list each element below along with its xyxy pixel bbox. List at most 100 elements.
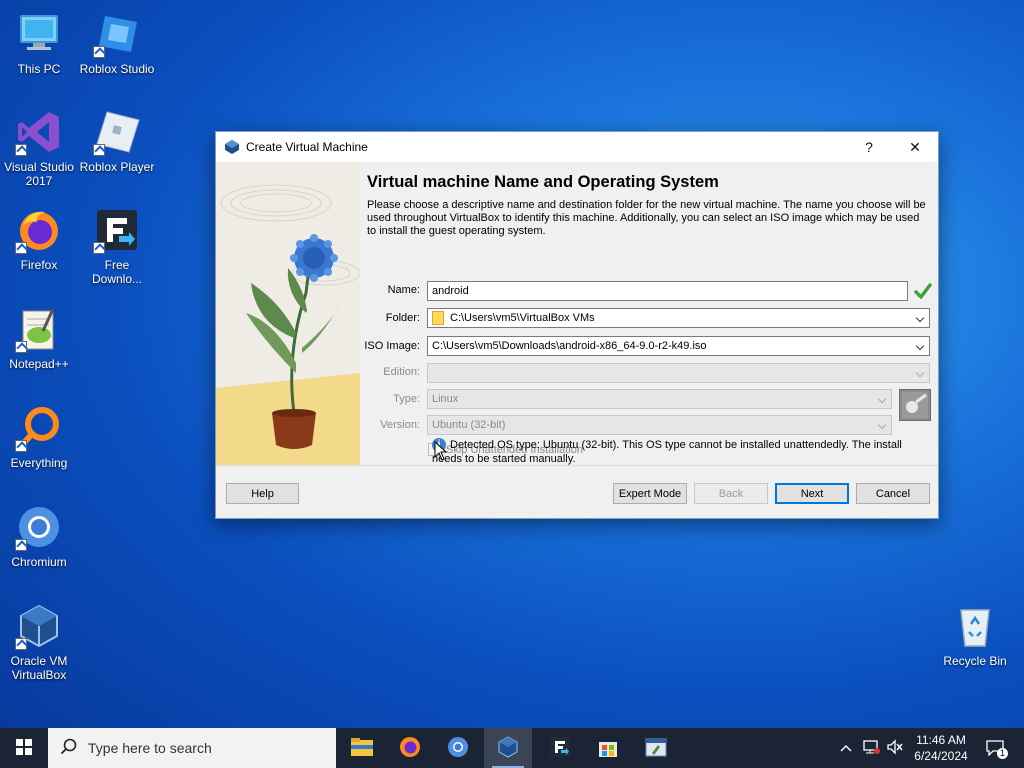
network-icon xyxy=(862,739,880,758)
visual-studio-icon xyxy=(15,108,63,156)
edition-select[interactable] xyxy=(427,363,930,383)
virtualbox-icon xyxy=(15,602,63,650)
desktop-icon-notepad-plus-plus[interactable]: Notepad++ xyxy=(0,305,78,371)
shortcut-arrow-icon xyxy=(93,242,105,254)
help-button[interactable]: Help xyxy=(226,483,299,504)
desktop-icon-roblox-studio[interactable]: Roblox Studio xyxy=(78,10,156,76)
dialog-content: Virtual machine Name and Operating Syste… xyxy=(367,163,930,238)
desktop-icon-recycle-bin[interactable]: Recycle Bin xyxy=(936,602,1014,668)
desktop-icon-label: Everything xyxy=(10,456,68,470)
this-pc-icon xyxy=(15,10,63,58)
chromium-icon xyxy=(446,735,470,762)
desktop-icon-label: Notepad++ xyxy=(9,357,69,371)
desktop-icon-label: Visual Studio 2017 xyxy=(4,160,74,188)
virtualbox-icon xyxy=(496,735,520,762)
taskbar-chromium[interactable] xyxy=(434,728,482,768)
folder-icon xyxy=(350,737,374,760)
name-input[interactable]: android xyxy=(427,281,908,301)
desktop-icon-free-download-manager[interactable]: Free Downlo... xyxy=(78,206,156,286)
version-value: Ubuntu (32-bit) xyxy=(432,419,506,431)
desktop-icon-label: Free Downlo... xyxy=(91,258,143,286)
desktop-icon-visual-studio[interactable]: Visual Studio 2017 xyxy=(0,108,78,188)
shortcut-arrow-icon xyxy=(15,638,27,650)
page-description: Please choose a descriptive name and des… xyxy=(367,199,926,237)
desktop-icon-label: Roblox Player xyxy=(79,160,155,174)
folder-value: C:\Users\vm5\VirtualBox VMs xyxy=(450,312,595,324)
taskbar-file-explorer[interactable] xyxy=(338,728,386,768)
shortcut-arrow-icon xyxy=(15,144,27,156)
shortcut-arrow-icon xyxy=(15,242,27,254)
edition-label: Edition: xyxy=(383,366,420,378)
dialog-titlebar[interactable]: Create Virtual Machine ? ✕ xyxy=(216,132,938,162)
volume-muted-icon xyxy=(886,738,904,758)
shortcut-arrow-icon xyxy=(15,539,27,551)
close-button[interactable]: ✕ xyxy=(892,132,938,162)
type-label: Type: xyxy=(393,393,420,405)
shortcut-arrow-icon xyxy=(15,440,27,452)
info-message: i Detected OS type: Ubuntu (32-bit). Thi… xyxy=(432,438,932,466)
taskbar-microsoft-store[interactable] xyxy=(584,728,632,768)
desktop-icon-label: Chromium xyxy=(11,555,67,569)
desktop-icon-label: Roblox Studio xyxy=(79,62,155,76)
tool-app-icon xyxy=(644,736,668,761)
context-help-button[interactable]: ? xyxy=(846,132,892,162)
desktop-icon-label: Firefox xyxy=(20,258,58,272)
roblox-studio-icon xyxy=(93,10,141,58)
name-label: Name: xyxy=(387,284,420,296)
mouse-cursor-icon xyxy=(434,440,448,461)
chevron-up-icon xyxy=(840,741,852,755)
taskbar: Type here to search 11:46 AM 6/24/2024 1 xyxy=(0,728,1024,768)
desktop-icon-everything[interactable]: Everything xyxy=(0,404,78,470)
name-value: android xyxy=(432,285,469,297)
desktop-icon-label: Recycle Bin xyxy=(943,654,1007,668)
taskbar-free-download-manager[interactable] xyxy=(536,728,584,768)
taskbar-settings-app[interactable] xyxy=(632,728,680,768)
notification-count: 1 xyxy=(997,748,1008,759)
notification-center-button[interactable]: 1 xyxy=(978,728,1012,768)
cancel-button[interactable]: Cancel xyxy=(856,483,930,504)
dialog-title: Create Virtual Machine xyxy=(246,140,368,154)
name-valid-check-icon xyxy=(914,282,932,300)
recycle-bin-icon xyxy=(951,602,999,650)
flower-illustration xyxy=(216,163,360,466)
type-select[interactable]: Linux xyxy=(427,389,892,409)
os-type-icon xyxy=(899,389,931,421)
taskbar-clock[interactable]: 11:46 AM 6/24/2024 xyxy=(906,732,976,764)
network-status-button[interactable] xyxy=(860,728,882,768)
free-download-manager-icon xyxy=(549,736,571,761)
taskbar-firefox[interactable] xyxy=(386,728,434,768)
show-hidden-icons-button[interactable] xyxy=(836,728,856,768)
iso-image-label: ISO Image: xyxy=(364,340,420,352)
expert-mode-button[interactable]: Expert Mode xyxy=(613,483,687,504)
desktop-icon-this-pc[interactable]: This PC xyxy=(0,10,78,76)
back-button[interactable]: Back xyxy=(694,483,768,504)
dialog-footer: Help Expert Mode Back Next Cancel xyxy=(216,465,938,518)
shortcut-arrow-icon xyxy=(93,46,105,58)
folder-label: Folder: xyxy=(385,312,420,324)
iso-image-value: C:\Users\vm5\Downloads\android-x86_64-9.… xyxy=(432,340,707,352)
next-button[interactable]: Next xyxy=(775,483,849,504)
version-select[interactable]: Ubuntu (32-bit) xyxy=(427,415,892,435)
clock-date: 6/24/2024 xyxy=(914,749,968,763)
taskbar-search-box[interactable]: Type here to search xyxy=(48,728,336,768)
info-text: Detected OS type: Ubuntu (32-bit). This … xyxy=(432,439,902,465)
start-button[interactable] xyxy=(0,728,48,768)
shortcut-arrow-icon xyxy=(93,144,105,156)
roblox-player-icon xyxy=(93,108,141,156)
desktop-icon-label: Oracle VM VirtualBox xyxy=(10,654,68,682)
free-download-manager-icon xyxy=(93,206,141,254)
search-placeholder: Type here to search xyxy=(88,740,212,756)
taskbar-virtualbox[interactable] xyxy=(484,728,532,768)
desktop-icon-roblox-player[interactable]: Roblox Player xyxy=(78,108,156,174)
store-icon xyxy=(597,736,619,761)
desktop-icon-chromium[interactable]: Chromium xyxy=(0,503,78,569)
windows-logo-icon xyxy=(16,738,32,758)
everything-search-icon xyxy=(15,404,63,452)
version-label: Version: xyxy=(380,419,420,431)
iso-image-select[interactable]: C:\Users\vm5\Downloads\android-x86_64-9.… xyxy=(427,336,930,356)
desktop-icon-label: This PC xyxy=(17,62,61,76)
desktop-icon-firefox[interactable]: Firefox xyxy=(0,206,78,272)
volume-button[interactable] xyxy=(884,728,906,768)
folder-select[interactable]: C:\Users\vm5\VirtualBox VMs xyxy=(427,308,930,328)
desktop-icon-virtualbox[interactable]: Oracle VM VirtualBox xyxy=(0,602,78,682)
